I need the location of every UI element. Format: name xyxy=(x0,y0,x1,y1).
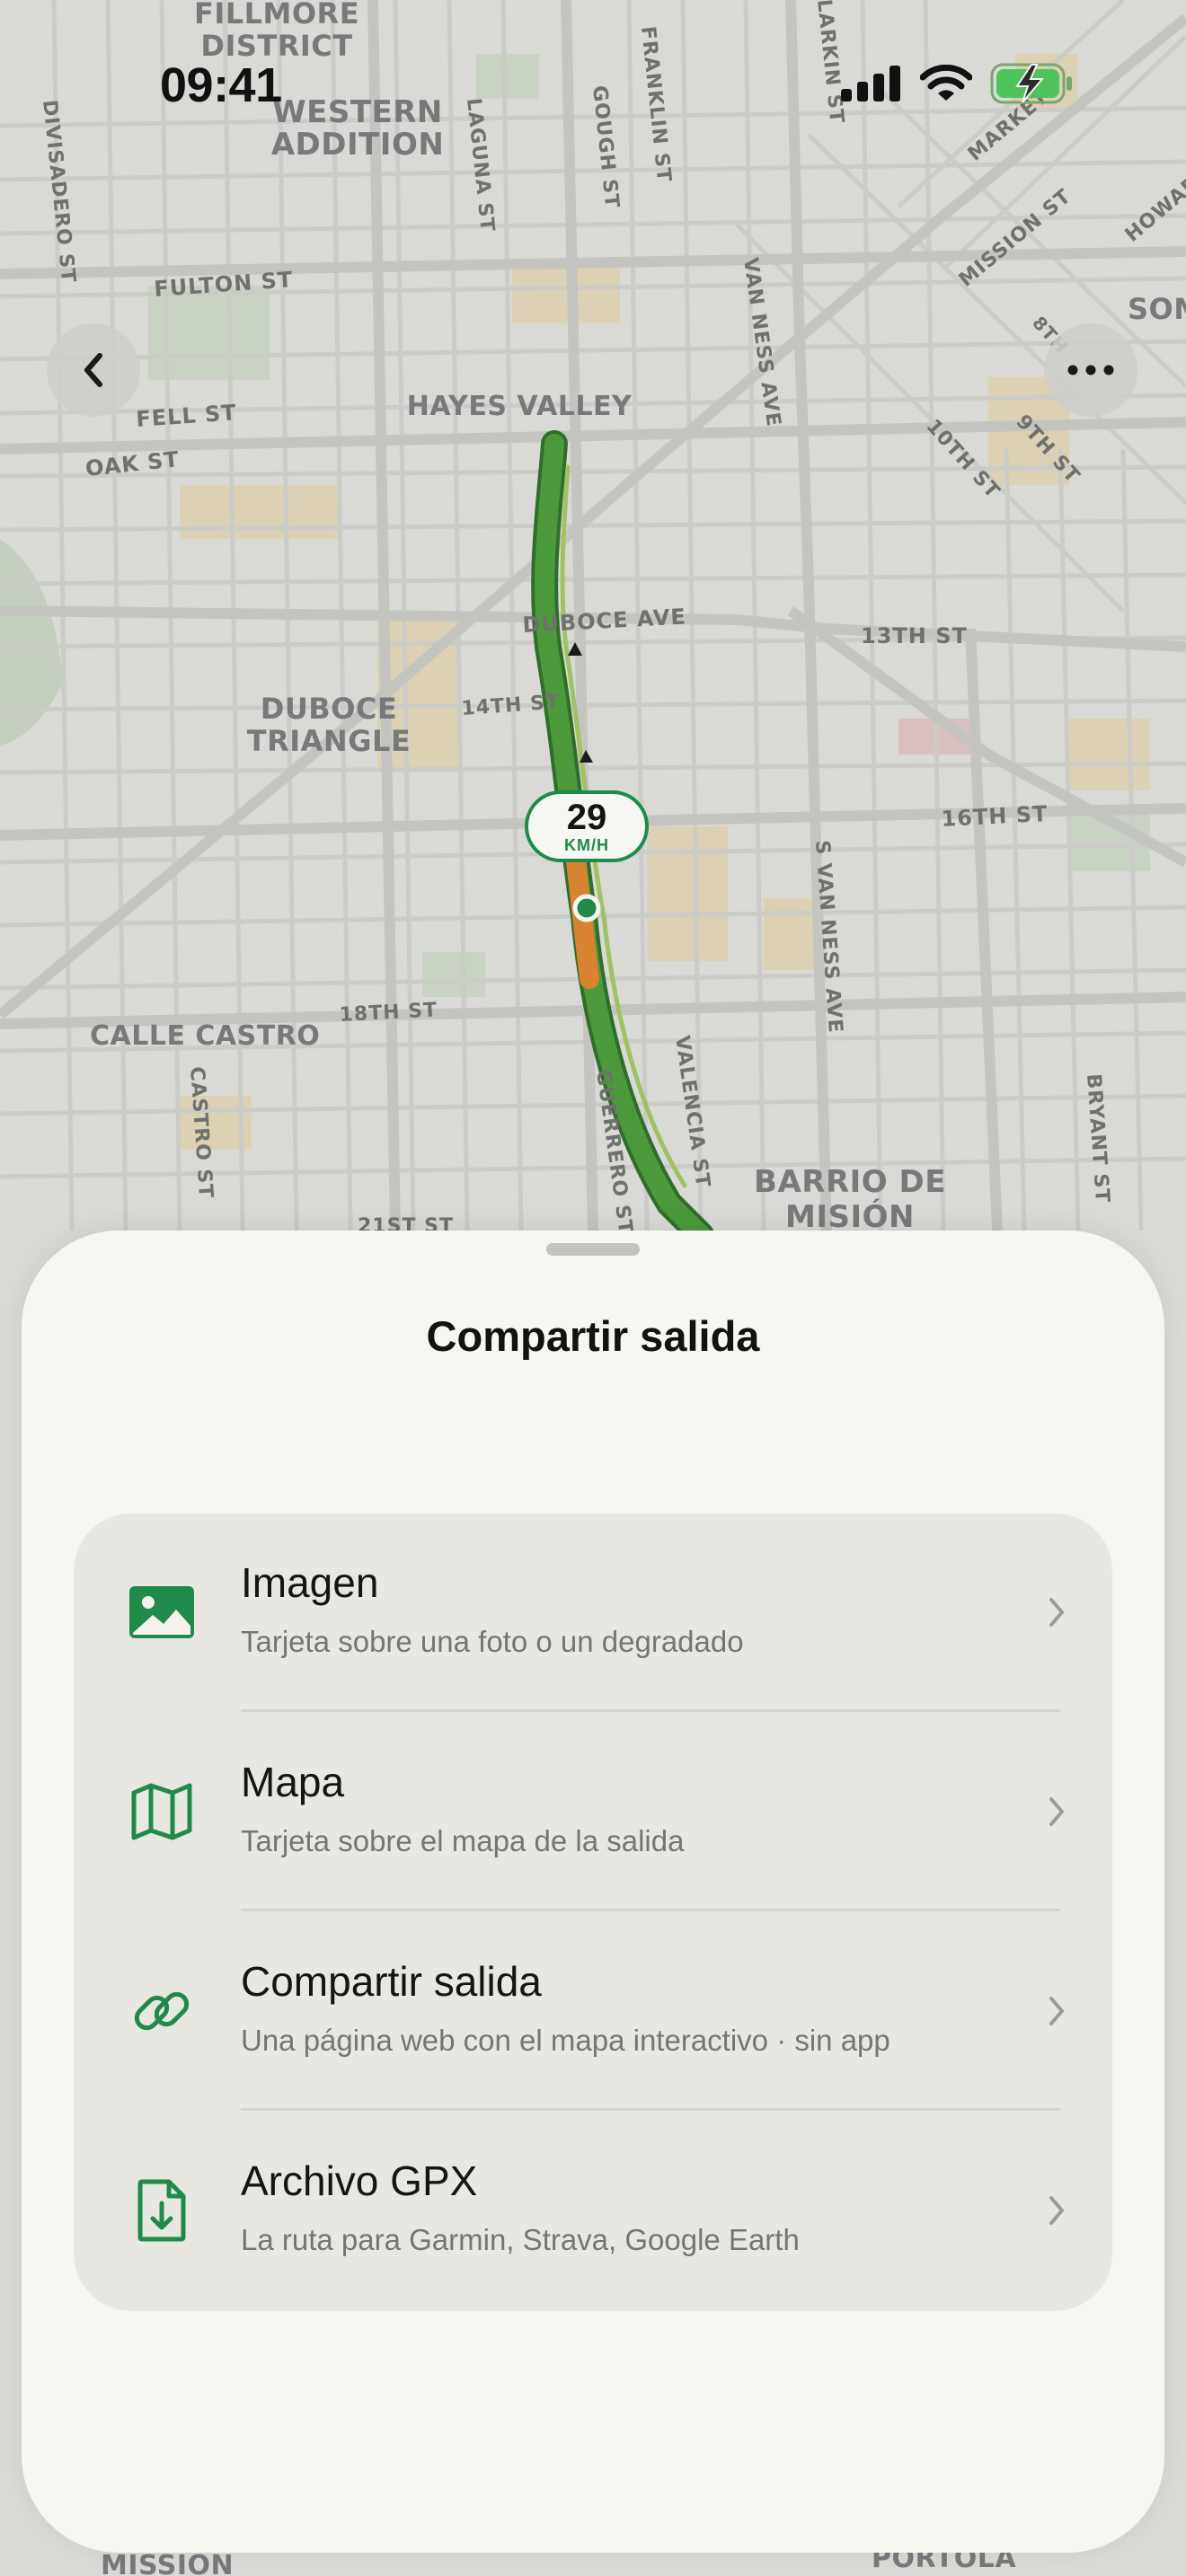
status-bar-time: 09:41 xyxy=(160,58,282,112)
share-options-list: Imagen Tarjeta sobre una foto o un degra… xyxy=(74,1513,1112,2311)
chevron-right-icon xyxy=(1049,1598,1064,1627)
speed-badge: 29 KM/H xyxy=(525,790,649,862)
speed-unit: KM/H xyxy=(564,836,609,854)
option-title: Imagen xyxy=(241,1559,379,1606)
link-icon xyxy=(126,1975,198,2047)
map-icon xyxy=(126,1776,198,1848)
option-subtitle: Una página web con el mapa interactivo ·… xyxy=(241,2024,890,2057)
option-title: Archivo GPX xyxy=(241,2157,478,2204)
option-subtitle: Tarjeta sobre el mapa de la salida xyxy=(241,1824,685,1857)
divider xyxy=(241,1709,1060,1712)
status-bar-icons xyxy=(841,63,1075,104)
map-label-thirteenth: 13TH ST xyxy=(861,623,968,648)
chevron-right-icon xyxy=(1049,1997,1064,2025)
chevron-right-icon xyxy=(1049,2196,1064,2225)
chevron-left-icon xyxy=(84,353,102,387)
option-title: Mapa xyxy=(241,1759,345,1805)
option-subtitle: Tarjeta sobre una foto o un degradado xyxy=(241,1625,744,1658)
battery-charging-icon xyxy=(990,63,1072,104)
share-sheet: Compartir salida Imagen Tarjeta sobre un… xyxy=(22,1231,1164,2553)
more-options-button[interactable] xyxy=(1044,323,1137,417)
sheet-title: Compartir salida xyxy=(426,1312,760,1360)
share-option-map[interactable]: Mapa Tarjeta sobre el mapa de la salida xyxy=(74,1713,1112,1912)
map-label-calle-castro: CALLE CASTRO xyxy=(90,1020,320,1052)
map-label-addition: ADDITION xyxy=(271,127,445,163)
cellular-signal-icon xyxy=(841,66,900,101)
speed-value: 29 xyxy=(566,798,607,837)
map-label-western: WESTERN xyxy=(272,94,443,130)
current-position-marker xyxy=(572,894,601,922)
sheet-grabber[interactable] xyxy=(546,1243,640,1256)
map-label-duboce: DUBOCE xyxy=(261,692,397,726)
image-icon xyxy=(126,1576,198,1648)
map-label-triangle: TRIANGLE xyxy=(247,724,411,758)
chevron-right-icon xyxy=(1049,1797,1064,1826)
map-label-hayes-valley: HAYES VALLEY xyxy=(407,391,633,422)
file-download-icon xyxy=(126,2175,198,2246)
divider xyxy=(241,1909,1060,1911)
option-subtitle: La ruta para Garmin, Strava, Google Eart… xyxy=(241,2223,800,2256)
map-label-mision: MISIÓN xyxy=(785,1198,915,1235)
divider xyxy=(241,2108,1060,2111)
back-button[interactable] xyxy=(47,323,140,417)
share-option-gpx[interactable]: Archivo GPX La ruta para Garmin, Strava,… xyxy=(74,2112,1112,2311)
share-option-image[interactable]: Imagen Tarjeta sobre una foto o un degra… xyxy=(74,1513,1112,1713)
map-label-fillmore: FILLMORE xyxy=(194,0,359,31)
wifi-icon xyxy=(920,65,972,101)
map-label-soma: SOMA xyxy=(1128,292,1186,326)
map-label-mission-bottom: MISSION xyxy=(101,2550,234,2576)
map-label-barrio-de: BARRIO DE xyxy=(754,1164,946,1200)
option-title: Compartir salida xyxy=(241,1958,542,2005)
more-icon xyxy=(1067,365,1114,375)
share-option-link[interactable]: Compartir salida Una página web con el m… xyxy=(74,1912,1112,2112)
